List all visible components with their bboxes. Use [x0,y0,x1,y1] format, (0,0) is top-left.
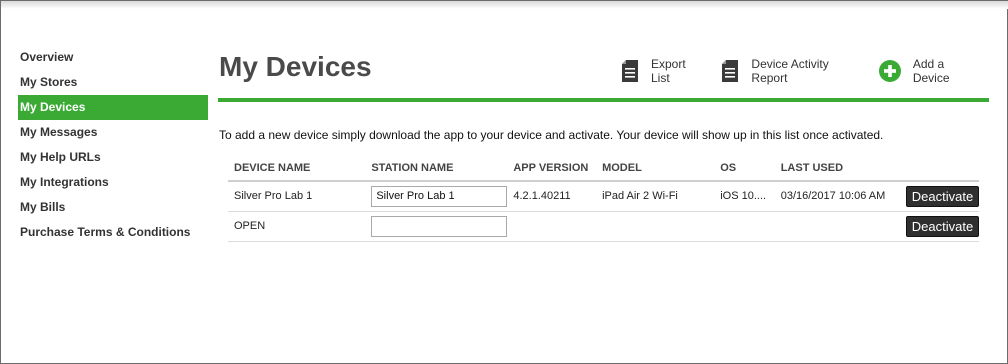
column-header-model: MODEL [596,155,715,182]
table-header-row: DEVICE NAME STATION NAME APP VERSION MOD… [228,155,979,182]
action-cell: Deactivate [899,181,979,212]
sidebar-item-purchase-terms[interactable]: Purchase Terms & Conditions [18,220,208,245]
device-name-cell: OPEN [228,211,366,242]
model-cell [596,211,715,242]
station-name-input[interactable] [371,185,508,207]
header-actions: Export List Device Activity Report Add a… [621,57,979,85]
last-used-cell: 03/16/2017 10:06 AM [774,181,900,212]
sidebar-item-my-integrations[interactable]: My Integrations [18,170,208,195]
table-row: Silver Pro Lab 1 4.2.1.40211 iPad Air 2 … [228,181,979,212]
column-header-app-version: APP VERSION [507,155,597,182]
instructions-text: To add a new device simply download the … [219,128,884,142]
deactivate-button[interactable]: Deactivate [906,215,979,237]
column-header-last-used: LAST USED [774,155,900,182]
header-divider [218,98,989,102]
page-title: My Devices [219,51,372,82]
column-header-actions [899,155,979,182]
last-used-cell [774,211,900,242]
devices-table: DEVICE NAME STATION NAME APP VERSION MOD… [228,155,979,242]
add-device-button[interactable]: Add a Device [878,57,979,85]
sidebar-item-my-help-urls[interactable]: My Help URLs [18,145,208,170]
os-cell: iOS 10.... [714,181,775,212]
deactivate-button[interactable]: Deactivate [906,185,979,207]
station-name-input[interactable] [371,215,508,237]
station-name-cell [365,211,508,242]
document-icon [621,60,639,82]
document-icon [721,60,739,82]
column-header-device-name: DEVICE NAME [228,155,366,182]
plus-circle-icon [878,60,901,82]
export-list-button[interactable]: Export List [621,57,703,85]
top-shadow [1,1,1008,9]
device-activity-report-label: Device Activity Report [751,57,829,85]
column-header-station-name: STATION NAME [365,155,508,182]
table-row: OPEN Deactivate [228,211,979,242]
sidebar-item-my-messages[interactable]: My Messages [18,120,208,145]
device-activity-report-button[interactable]: Device Activity Report [721,57,860,85]
add-device-label: Add a Device [912,57,950,85]
sidebar-item-my-bills[interactable]: My Bills [18,195,208,220]
column-header-os: OS [714,155,775,182]
sidebar-item-overview[interactable]: Overview [18,45,208,70]
model-cell: iPad Air 2 Wi-Fi [596,181,715,212]
device-name-cell: Silver Pro Lab 1 [228,181,366,212]
os-cell [714,211,775,242]
export-list-label: Export List [651,57,686,85]
action-cell: Deactivate [899,211,979,242]
app-version-cell: 4.2.1.40211 [507,181,597,212]
app-window: Overview My Stores My Devices My Message… [0,0,1008,364]
sidebar-item-my-stores[interactable]: My Stores [18,70,208,95]
sidebar-item-my-devices[interactable]: My Devices [18,95,208,120]
app-version-cell [507,211,597,242]
sidebar: Overview My Stores My Devices My Message… [18,45,208,245]
station-name-cell [365,181,508,212]
